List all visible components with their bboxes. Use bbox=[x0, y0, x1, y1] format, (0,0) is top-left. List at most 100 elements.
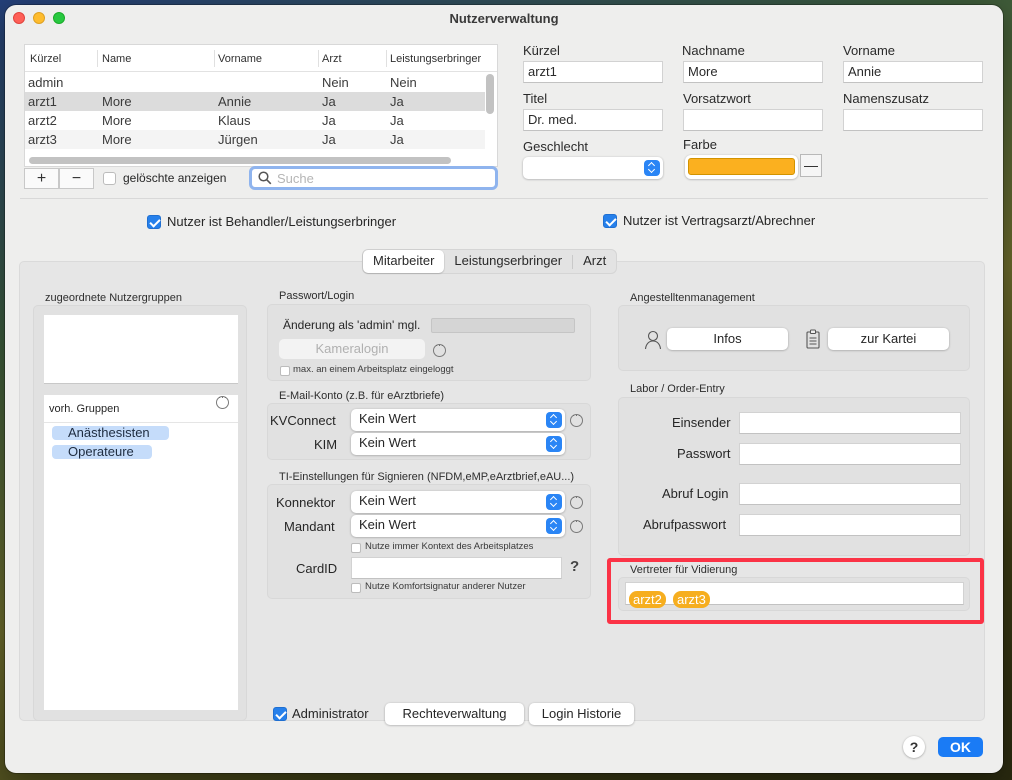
abruf-login-field[interactable] bbox=[739, 483, 961, 505]
infos-button[interactable]: Infos bbox=[667, 328, 788, 350]
kvconnect-value: Kein Wert bbox=[359, 411, 416, 426]
user-management-window: Nutzerverwaltung Kürzel Name Vorname Arz… bbox=[5, 5, 1003, 773]
einsender-field[interactable] bbox=[739, 412, 961, 434]
cardid-field[interactable] bbox=[351, 557, 562, 579]
cell-vorname: Annie bbox=[218, 94, 252, 109]
tab-leistungserbringer[interactable]: Leistungserbringer bbox=[444, 250, 572, 273]
vertragsarzt-checkbox[interactable] bbox=[603, 214, 617, 228]
more-options-icon[interactable] bbox=[216, 392, 229, 409]
lab-order-entry-title: Labor / Order-Entry bbox=[630, 383, 725, 395]
show-deleted-label: gelöschte anzeigen bbox=[123, 171, 227, 185]
column-header-name[interactable]: Name bbox=[102, 53, 131, 65]
abruf-login-label: Abruf Login bbox=[662, 486, 729, 501]
window-title: Nutzerverwaltung bbox=[449, 11, 559, 26]
vertragsarzt-label: Nutzer ist Vertragsarzt/Abrechner bbox=[623, 213, 816, 228]
titel-field[interactable]: Dr. med. bbox=[523, 109, 663, 131]
cell-kuerzel: admin bbox=[28, 75, 64, 90]
konnektor-more-icon[interactable] bbox=[570, 492, 583, 509]
table-row[interactable]: arzt3 More Jürgen Ja Ja bbox=[25, 130, 485, 149]
table-row[interactable]: admin Nein Nein bbox=[25, 73, 485, 92]
max-one-workstation-checkbox[interactable] bbox=[280, 366, 290, 376]
kvconnect-select[interactable]: Kein Wert bbox=[351, 409, 565, 431]
clipboard-icon bbox=[806, 329, 820, 349]
namenszusatz-label: Namenszusatz bbox=[843, 91, 929, 106]
color-well[interactable] bbox=[685, 155, 798, 179]
always-context-checkbox[interactable] bbox=[351, 543, 361, 553]
mandant-select[interactable]: Kein Wert bbox=[351, 515, 565, 537]
cell-name: More bbox=[102, 132, 132, 147]
remove-user-button[interactable]: − bbox=[59, 168, 94, 189]
abrufpasswort-label: Abrufpasswort bbox=[643, 517, 727, 532]
kvconnect-label: KVConnect bbox=[270, 413, 336, 428]
column-header-arzt[interactable]: Arzt bbox=[322, 53, 342, 65]
konnektor-select[interactable]: Kein Wert bbox=[351, 491, 565, 513]
mandant-label: Mandant bbox=[284, 519, 335, 534]
group-item[interactable]: Anästhesisten bbox=[52, 426, 169, 440]
cell-arzt: Ja bbox=[322, 132, 336, 147]
help-button[interactable]: ? bbox=[903, 736, 925, 758]
assigned-groups-list[interactable] bbox=[44, 315, 238, 384]
mandant-more-icon[interactable] bbox=[570, 516, 583, 533]
table-row-selected[interactable]: arzt1 More Annie Ja Ja bbox=[25, 92, 485, 111]
cardid-help-icon[interactable]: ? bbox=[570, 558, 579, 575]
comfort-signature-checkbox[interactable] bbox=[351, 583, 361, 593]
group-item[interactable]: Operateure bbox=[52, 445, 152, 459]
cell-kuerzel: arzt3 bbox=[28, 132, 57, 147]
search-input[interactable]: Suche bbox=[249, 166, 498, 190]
lab-passwort-field[interactable] bbox=[739, 443, 961, 465]
show-deleted-checkbox[interactable] bbox=[103, 172, 116, 185]
ok-button[interactable]: OK bbox=[938, 737, 983, 757]
kim-label: KIM bbox=[314, 437, 338, 452]
kim-select[interactable]: Kein Wert bbox=[351, 433, 565, 455]
always-context-label: Nutze immer Kontext des Arbeitsplatzes bbox=[365, 541, 534, 552]
vorsatzwort-label: Vorsatzwort bbox=[683, 91, 751, 106]
max-one-workstation-label: max. an einem Arbeitsplatz eingeloggt bbox=[293, 364, 454, 375]
nachname-field[interactable]: More bbox=[683, 61, 823, 83]
camera-login-button[interactable]: Kameralogin bbox=[279, 339, 425, 359]
rights-management-button[interactable]: Rechteverwaltung bbox=[385, 703, 524, 725]
login-history-button[interactable]: Login Historie bbox=[529, 703, 634, 725]
camera-login-more-icon[interactable] bbox=[433, 340, 446, 357]
remove-color-button[interactable]: — bbox=[800, 154, 822, 177]
geschlecht-label: Geschlecht bbox=[523, 139, 589, 154]
cell-kuerzel: arzt1 bbox=[28, 94, 57, 109]
cell-name: More bbox=[102, 94, 132, 109]
table-vertical-scrollbar[interactable] bbox=[486, 74, 494, 114]
column-header-vorname[interactable]: Vorname bbox=[218, 53, 262, 65]
kvconnect-more-icon[interactable] bbox=[570, 410, 583, 427]
comfort-signature-label: Nutze Komfortsignatur anderer Nutzer bbox=[365, 581, 526, 592]
column-header-leistungserbringer[interactable]: Leistungserbringer bbox=[390, 53, 487, 65]
available-groups-title: vorh. Gruppen bbox=[49, 403, 120, 415]
password-field-disabled bbox=[431, 318, 575, 333]
cell-leistungserbringer: Nein bbox=[390, 75, 417, 90]
table-horizontal-scrollbar[interactable] bbox=[29, 157, 451, 164]
table-row[interactable]: arzt2 More Klaus Ja Ja bbox=[25, 111, 485, 130]
cell-arzt: Nein bbox=[322, 75, 349, 90]
konnektor-label: Konnektor bbox=[276, 495, 336, 510]
table-header: Kürzel Name Vorname Arzt Leistungserbrin… bbox=[25, 45, 497, 72]
add-user-button[interactable]: + bbox=[24, 168, 59, 189]
abrufpasswort-field[interactable] bbox=[739, 514, 961, 536]
vorname-field[interactable]: Annie bbox=[843, 61, 983, 83]
kuerzel-field[interactable]: arzt1 bbox=[523, 61, 663, 83]
chevron-updown-icon bbox=[546, 518, 562, 534]
administrator-checkbox[interactable] bbox=[273, 707, 287, 721]
to-patient-file-button[interactable]: zur Kartei bbox=[828, 328, 949, 350]
title-bar: Nutzerverwaltung bbox=[5, 5, 1003, 33]
chevron-updown-icon bbox=[644, 160, 660, 176]
vorname-label: Vorname bbox=[843, 43, 896, 58]
password-login-title: Passwort/Login bbox=[279, 290, 355, 302]
cell-vorname: Jürgen bbox=[218, 132, 258, 147]
vorsatzwort-field[interactable] bbox=[683, 109, 823, 131]
geschlecht-select[interactable] bbox=[523, 157, 663, 179]
tab-arzt[interactable]: Arzt bbox=[573, 250, 616, 273]
column-header-kuerzel[interactable]: Kürzel bbox=[30, 53, 61, 65]
groups-title: zugeordnete Nutzergruppen bbox=[45, 292, 182, 304]
farbe-label: Farbe bbox=[683, 137, 717, 152]
namenszusatz-field[interactable] bbox=[843, 109, 983, 131]
behandler-checkbox[interactable] bbox=[147, 215, 161, 229]
tab-mitarbeiter[interactable]: Mitarbeiter bbox=[363, 250, 445, 273]
kuerzel-label: Kürzel bbox=[523, 43, 560, 58]
highlight-annotation bbox=[607, 558, 984, 624]
available-groups-list: vorh. Gruppen Anästhesisten Operateure bbox=[44, 392, 238, 710]
